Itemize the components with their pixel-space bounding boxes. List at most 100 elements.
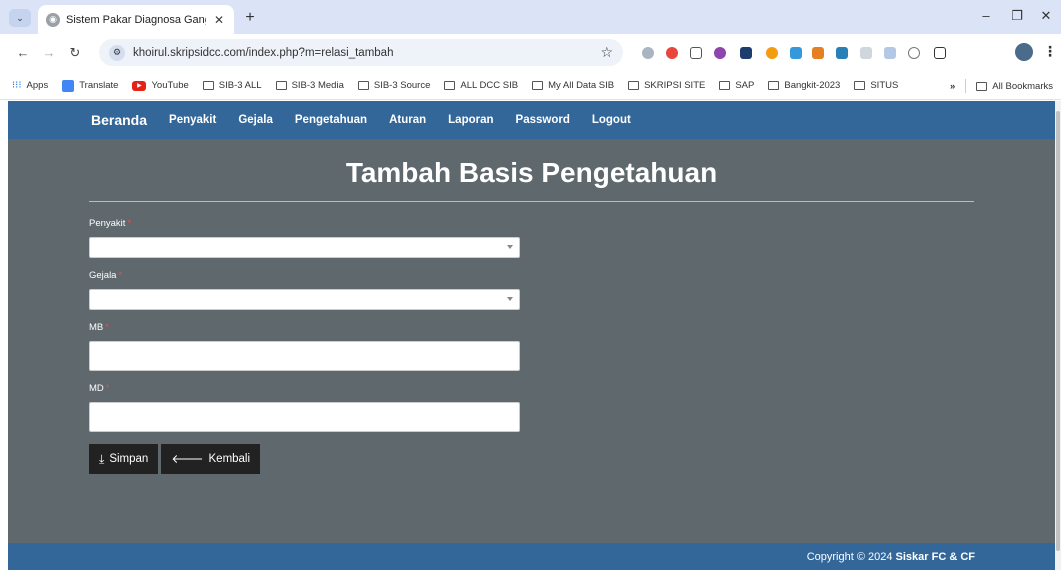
nav-link-password[interactable]: Password (516, 114, 570, 126)
site-navbar: Beranda Penyakit Gejala Pengetahuan Atur… (8, 101, 1055, 139)
mb-input[interactable] (89, 341, 520, 371)
bookmark-folder[interactable]: SAP (719, 80, 754, 91)
back-arrow-icon[interactable]: ← (14, 44, 32, 62)
save-button-label: Simpan (109, 453, 149, 465)
web-page: Beranda Penyakit Gejala Pengetahuan Atur… (8, 101, 1055, 570)
bookmark-folder[interactable]: SIB-3 Media (275, 80, 344, 91)
arrow-left-icon: 🡐 (171, 452, 204, 466)
page-title: Tambah Basis Pengetahuan (89, 157, 974, 202)
forward-arrow-icon[interactable]: → (40, 44, 58, 62)
md-label: MD * (89, 383, 110, 394)
translate-icon (62, 79, 75, 92)
extension-cap-icon[interactable] (740, 47, 752, 59)
extension-mortarboard-icon[interactable] (836, 47, 848, 59)
all-bookmarks-button[interactable]: All Bookmarks (976, 81, 1053, 92)
required-mark: * (118, 270, 123, 281)
browser-tab-active[interactable]: ◉ Sistem Pakar Diagnosa Ganggu ✕ (38, 5, 234, 34)
site-favicon-icon: ◉ (46, 12, 60, 27)
mb-label: MB * (89, 322, 109, 333)
extension-box-icon[interactable] (884, 47, 896, 59)
restore-window-icon[interactable]: ❐ (1007, 8, 1027, 24)
page-scrollbar[interactable] (1055, 101, 1061, 570)
penyakit-select[interactable] (89, 237, 520, 258)
minimize-window-icon[interactable]: – (976, 8, 996, 24)
extensions-puzzle-icon[interactable] (934, 47, 946, 59)
nav-link-logout[interactable]: Logout (592, 114, 631, 126)
extension-gear-icon[interactable] (714, 47, 726, 59)
extension-crosshair-icon[interactable] (690, 47, 702, 59)
extension-doc-icon[interactable] (790, 47, 802, 59)
folder-icon (275, 81, 287, 90)
bookmark-youtube[interactable]: ▶ YouTube (132, 80, 189, 91)
profile-avatar[interactable] (1015, 43, 1033, 61)
nav-link-laporan[interactable]: Laporan (448, 114, 493, 126)
main-container: Tambah Basis Pengetahuan Penyakit * Gejal… (89, 139, 974, 474)
nav-link-pengetahuan[interactable]: Pengetahuan (295, 114, 367, 126)
scrollbar-thumb[interactable] (1056, 111, 1060, 551)
gejala-select[interactable] (89, 289, 520, 310)
nav-link-gejala[interactable]: Gejala (238, 114, 273, 126)
required-mark: * (105, 322, 109, 333)
close-window-icon[interactable]: ✕ (1036, 8, 1056, 24)
nav-link-aturan[interactable]: Aturan (389, 114, 426, 126)
bookmark-apps[interactable]: ⁝⁝⁝ Apps (12, 80, 48, 91)
bookmark-folder[interactable]: SKRIPSI SITE (628, 80, 705, 91)
extension-figure-icon[interactable] (812, 47, 824, 59)
browser-tabstrip: ⌄ ◉ Sistem Pakar Diagnosa Ganggu ✕ + – ❐… (0, 0, 1061, 34)
bookmark-folder[interactable]: Bangkit-2023 (768, 80, 840, 91)
gejala-group: Gejala * (89, 270, 520, 310)
folder-icon (357, 81, 369, 90)
reload-icon[interactable]: ↻ (66, 44, 84, 62)
penyakit-label: Penyakit * (89, 218, 132, 229)
youtube-icon: ▶ (132, 80, 147, 91)
md-input[interactable] (89, 402, 520, 432)
address-url[interactable]: khoirul.skripsidcc.com/index.php?m=relas… (133, 47, 592, 59)
required-mark: * (105, 383, 110, 394)
mb-group: MB * (89, 322, 520, 371)
bookmark-folder[interactable]: SITUS (854, 80, 898, 91)
browser-toolbar: ← → ↻ ⚙ khoirul.skripsidcc.com/index.php… (0, 34, 1061, 72)
download-icon[interactable] (908, 47, 920, 59)
back-button[interactable]: 🡐 Kembali (161, 444, 261, 474)
tab-title: Sistem Pakar Diagnosa Ganggu (66, 13, 206, 26)
download-icon: ⤓ (99, 452, 105, 466)
folder-icon (976, 81, 988, 91)
folder-icon (719, 81, 731, 90)
folder-icon (532, 81, 544, 90)
new-tab-button[interactable]: + (240, 8, 260, 28)
more-menu-icon[interactable]: ⋮ (1043, 43, 1057, 60)
bookmark-folder[interactable]: My All Data SIB (532, 80, 614, 91)
folder-icon (854, 81, 866, 90)
tab-close-icon[interactable]: ✕ (212, 13, 226, 27)
bookmark-star-icon[interactable]: ☆ (600, 44, 613, 61)
site-info-icon[interactable]: ⚙ (109, 44, 125, 61)
tab-search-button[interactable]: ⌄ (9, 9, 31, 27)
dropdown-caret-icon (507, 245, 513, 249)
form-actions: ⤓ Simpan 🡐 Kembali (89, 444, 520, 474)
required-mark: * (127, 218, 132, 229)
knowledge-form: Penyakit * Gejala * MB * MD * ⤓ Simpan 🡐… (89, 218, 520, 474)
nav-link-penyakit[interactable]: Penyakit (169, 114, 216, 126)
chevron-down-icon: ⌄ (16, 12, 24, 23)
bookmark-folder[interactable]: ALL DCC SIB (444, 80, 518, 91)
extension-palette-icon[interactable] (766, 47, 778, 59)
extension-globe-icon[interactable] (642, 47, 654, 59)
bookmarks-right: » All Bookmarks (941, 72, 1053, 99)
bookmark-translate[interactable]: Translate (62, 79, 118, 92)
address-bar[interactable]: ⚙ khoirul.skripsidcc.com/index.php?m=rel… (99, 39, 623, 66)
bookmarks-divider (965, 79, 967, 93)
save-button[interactable]: ⤓ Simpan (89, 444, 159, 474)
folder-icon (628, 81, 640, 90)
bookmark-folder[interactable]: SIB-3 ALL (202, 80, 262, 91)
footer-copyright: Copyright © 2024 Siskar FC & CF (806, 551, 975, 563)
bookmark-folder[interactable]: SIB-3 Source (357, 80, 430, 91)
nav-brand-beranda[interactable]: Beranda (91, 112, 147, 128)
extension-colorwheel-icon[interactable] (666, 47, 678, 59)
md-group: MD * (89, 383, 520, 432)
extension-square-icon[interactable] (860, 47, 872, 59)
back-button-label: Kembali (208, 453, 251, 465)
folder-icon (202, 81, 214, 90)
gejala-label: Gejala * (89, 270, 123, 281)
site-footer: Copyright © 2024 Siskar FC & CF (8, 543, 1055, 570)
bookmarks-overflow-button[interactable]: » (950, 81, 955, 92)
